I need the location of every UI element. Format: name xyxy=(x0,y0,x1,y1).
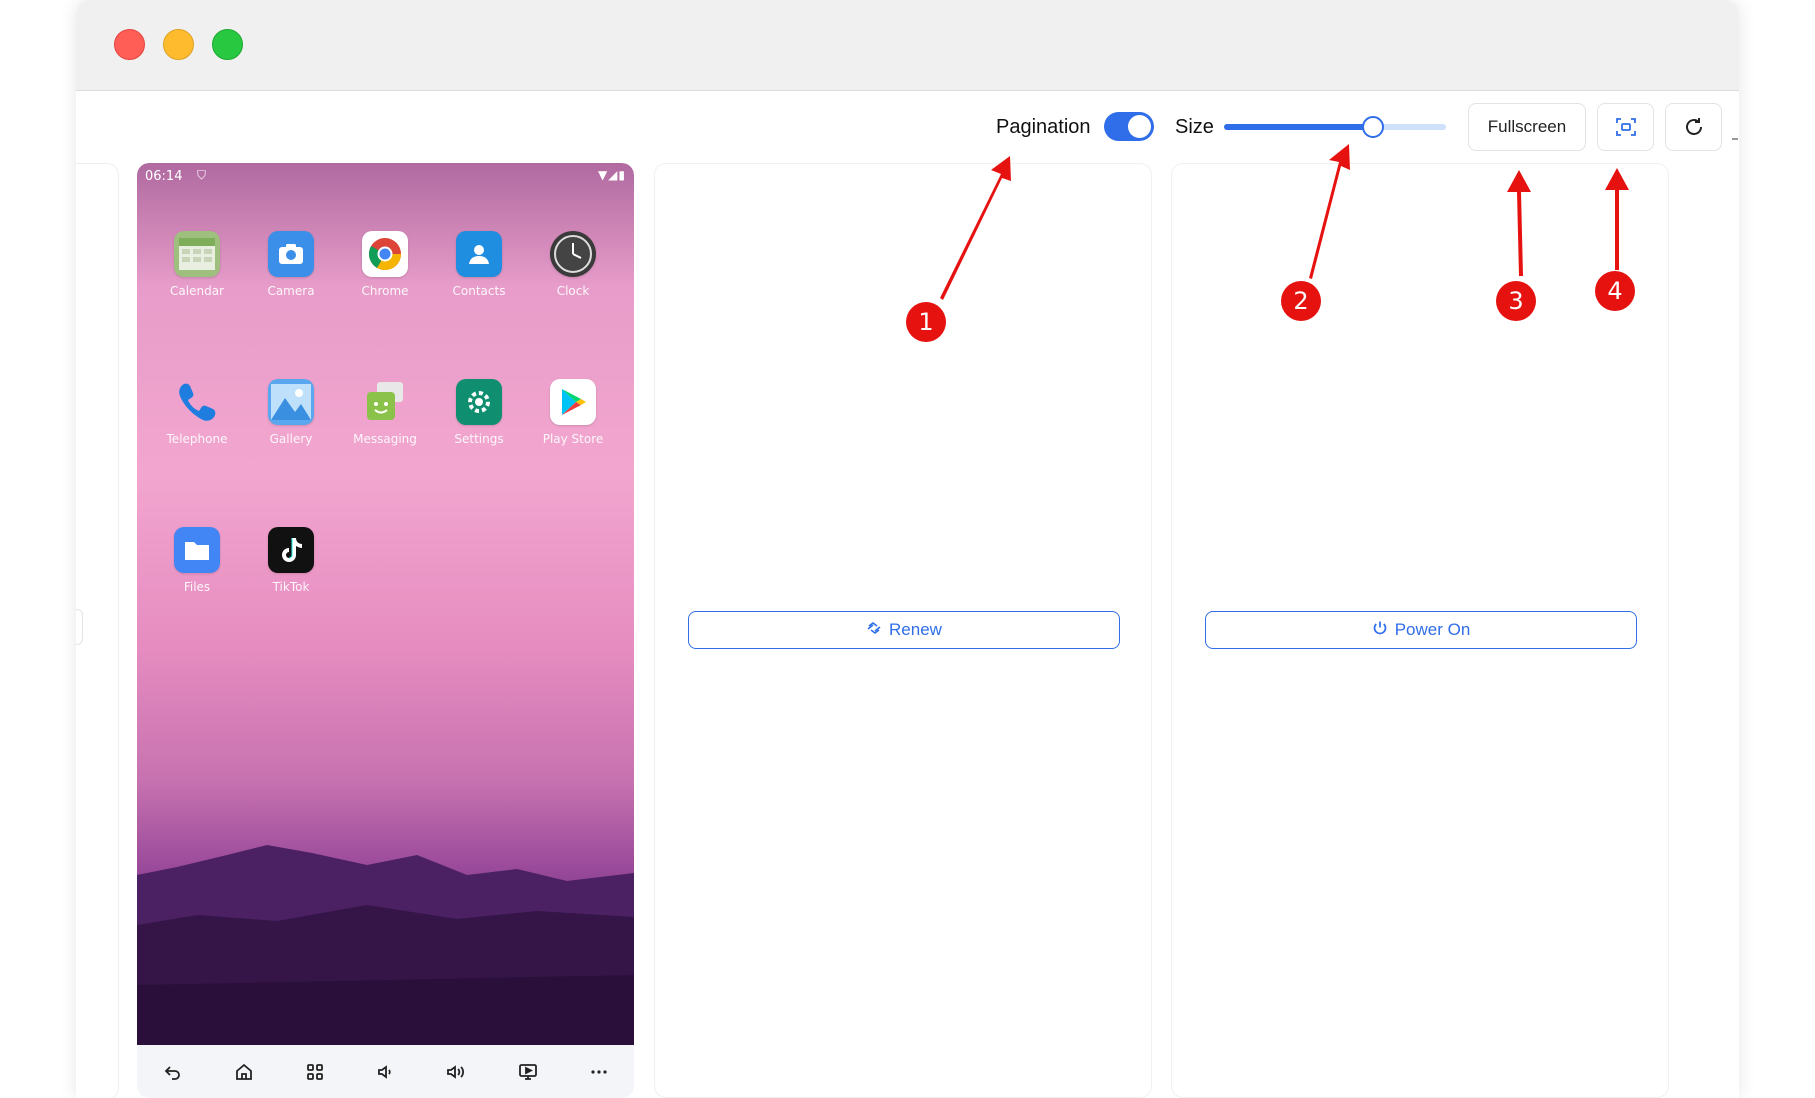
fullscreen-button[interactable]: Fullscreen xyxy=(1468,103,1586,151)
volume-down-icon[interactable] xyxy=(371,1057,401,1087)
close-window-button[interactable] xyxy=(114,29,145,60)
app-label: Settings xyxy=(454,432,504,446)
capture-button[interactable] xyxy=(1597,103,1654,151)
wallpaper-mountains xyxy=(137,845,634,1045)
shield-icon: ⛉ xyxy=(197,168,207,182)
play-store-icon xyxy=(550,379,596,425)
clock-icon xyxy=(550,231,596,277)
app-label: Play Store xyxy=(542,432,604,446)
annotation-badge-4: 4 xyxy=(1595,271,1635,311)
app-label: Telephone xyxy=(166,432,228,446)
renew-icon xyxy=(866,620,882,641)
app-label: Camera xyxy=(267,284,315,298)
app-label: Chrome xyxy=(361,284,409,298)
annotation-badge-3: 3 xyxy=(1496,281,1536,321)
volume-up-icon[interactable] xyxy=(442,1057,472,1087)
back-icon[interactable] xyxy=(158,1057,188,1087)
app-camera[interactable]: Camera xyxy=(251,231,331,298)
phone-screen[interactable]: 06:14 ⛉ ▼◢▮ Calendar Camera Chrome Conta… xyxy=(137,163,634,1045)
app-play-store[interactable]: Play Store xyxy=(533,379,613,446)
size-slider[interactable] xyxy=(1224,116,1446,138)
phone-status-bar: 06:14 ⛉ ▼◢▮ xyxy=(145,167,626,187)
annotation-badge-2: 2 xyxy=(1281,281,1321,321)
maximize-window-button[interactable] xyxy=(212,29,243,60)
device-card-off: Power On xyxy=(1171,163,1669,1098)
app-settings[interactable]: Settings xyxy=(439,379,519,446)
toolbar-divider xyxy=(1732,138,1738,140)
refresh-button[interactable] xyxy=(1665,103,1722,151)
app-window: Pagination Size Fullscreen 06:14 ⛉ ▼◢▮ C… xyxy=(76,0,1739,1098)
app-telephone[interactable]: Telephone xyxy=(157,379,237,446)
app-label: Messaging xyxy=(353,432,417,446)
size-slider-handle[interactable] xyxy=(1361,116,1384,138)
toolbar: Pagination Size Fullscreen xyxy=(76,90,1739,162)
tiktok-icon xyxy=(268,527,314,573)
power-on-label: Power On xyxy=(1394,620,1471,639)
device-control-bar xyxy=(137,1045,634,1098)
scroll-left-handle[interactable] xyxy=(76,609,83,645)
app-label: Contacts xyxy=(452,284,506,298)
minimize-window-button[interactable] xyxy=(163,29,194,60)
settings-icon xyxy=(456,379,502,425)
size-slider-fill xyxy=(1224,124,1373,130)
capture-frame-icon xyxy=(1615,118,1636,136)
app-label: TikTok xyxy=(272,580,310,594)
app-clock[interactable]: Clock xyxy=(533,231,613,298)
app-contacts[interactable]: Contacts xyxy=(439,231,519,298)
app-gallery[interactable]: Gallery xyxy=(251,379,331,446)
title-bar xyxy=(76,0,1739,91)
device-card-active: 06:14 ⛉ ▼◢▮ Calendar Camera Chrome Conta… xyxy=(137,163,634,1098)
power-on-button[interactable]: Power On xyxy=(1205,611,1637,649)
app-messaging[interactable]: Messaging xyxy=(345,379,425,446)
messaging-icon xyxy=(362,379,408,425)
app-tiktok[interactable]: TikTok xyxy=(251,527,331,594)
apps-grid-icon[interactable] xyxy=(300,1057,330,1087)
app-files[interactable]: Files xyxy=(157,527,237,594)
home-icon[interactable] xyxy=(229,1057,259,1087)
app-label: Calendar xyxy=(170,284,224,298)
app-chrome[interactable]: Chrome xyxy=(345,231,425,298)
app-calendar[interactable]: Calendar xyxy=(157,231,237,298)
contacts-icon xyxy=(456,231,502,277)
phone-icon xyxy=(174,379,220,425)
screen-cast-icon[interactable] xyxy=(513,1057,543,1087)
refresh-icon xyxy=(1685,118,1702,135)
power-icon xyxy=(1372,620,1388,641)
annotation-badge-1: 1 xyxy=(906,302,946,342)
pagination-toggle[interactable] xyxy=(1104,112,1154,141)
renew-button[interactable]: Renew xyxy=(688,611,1120,649)
toggle-knob xyxy=(1128,115,1151,138)
pagination-label: Pagination xyxy=(996,116,1091,138)
app-label: Clock xyxy=(556,284,590,298)
wifi-signal-battery-icon: ▼◢▮ xyxy=(597,168,626,182)
device-card-expired: Renew xyxy=(654,163,1152,1098)
previous-device-card xyxy=(76,163,119,1098)
size-label: Size xyxy=(1175,116,1214,138)
chrome-icon xyxy=(362,231,408,277)
gallery-icon xyxy=(268,379,314,425)
app-label: Files xyxy=(183,580,211,594)
camera-icon xyxy=(268,231,314,277)
calendar-icon xyxy=(174,231,220,277)
app-label: Gallery xyxy=(269,432,313,446)
more-icon[interactable] xyxy=(584,1057,614,1087)
files-icon xyxy=(174,527,220,573)
renew-label: Renew xyxy=(889,620,942,639)
status-time: 06:14 xyxy=(145,169,183,184)
